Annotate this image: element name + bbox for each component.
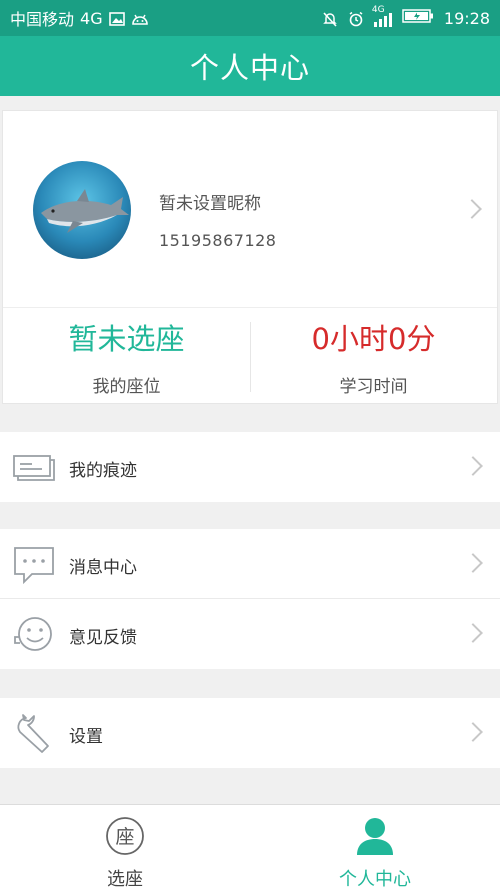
- battery-icon: [402, 8, 434, 28]
- phone-number: 15195867128: [159, 231, 277, 250]
- seat-status: 暂未选座: [68, 322, 185, 356]
- avatar[interactable]: [33, 161, 131, 259]
- study-time-stat[interactable]: 0小时0分 学习时间: [250, 308, 497, 406]
- menu-label-feedback: 意见反馈: [69, 628, 137, 648]
- alarm-icon: [348, 11, 364, 27]
- menu-item-traces[interactable]: 我的痕迹: [0, 432, 500, 502]
- seat-label: 我的座位: [92, 377, 161, 397]
- image-icon: [108, 11, 125, 26]
- android-icon: [131, 11, 148, 25]
- menu-label-messages: 消息中心: [69, 558, 137, 578]
- app-header: 个人中心: [0, 36, 500, 96]
- study-time-value: 0小时0分: [311, 322, 436, 356]
- network-label: 4G: [80, 8, 103, 28]
- carrier-label: 中国移动: [10, 10, 75, 29]
- page-title: 个人中心: [189, 51, 310, 85]
- menu-label-settings: 设置: [69, 727, 103, 747]
- menu-group-messages: 消息中心 意见反馈: [0, 529, 500, 669]
- my-seat-stat[interactable]: 暂未选座 我的座位: [3, 308, 250, 406]
- tab-label-seat: 选座: [107, 869, 143, 889]
- tab-label-profile: 个人中心: [339, 869, 411, 889]
- traces-icon: [12, 446, 56, 488]
- mute-icon: [322, 11, 338, 27]
- clock-time: 19:28: [443, 8, 490, 28]
- profile-card: 暂未设置昵称 15195867128 暂未选座 我的座位 0小时0分 学习时间: [2, 110, 498, 404]
- menu-item-settings[interactable]: 设置: [0, 698, 500, 768]
- chevron-right-icon: [463, 722, 483, 742]
- nickname: 暂未设置昵称: [159, 194, 261, 214]
- stats-row: 暂未选座 我的座位 0小时0分 学习时间: [3, 307, 497, 405]
- menu-item-feedback[interactable]: 意见反馈: [0, 599, 500, 669]
- tab-profile[interactable]: 个人中心: [250, 805, 500, 889]
- bottom-tab-bar: 座 选座 个人中心: [0, 804, 500, 889]
- tab-seat-selection[interactable]: 座 选座: [0, 805, 250, 889]
- menu-group-settings: 设置: [0, 698, 500, 768]
- wrench-icon: [12, 712, 56, 754]
- chevron-right-icon: [463, 456, 483, 476]
- user-icon: [354, 815, 396, 857]
- seat-icon-glyph: 座: [115, 826, 134, 848]
- feedback-icon: [12, 613, 56, 655]
- signal-icon: 4G: [372, 5, 392, 27]
- seat-icon: 座: [104, 815, 146, 857]
- chevron-right-icon[interactable]: [462, 199, 482, 219]
- status-bar: 中国移动 4G 4G 19:28: [0, 0, 500, 36]
- signal-network-label: 4G: [371, 5, 385, 15]
- menu-item-messages[interactable]: 消息中心: [0, 529, 500, 599]
- message-icon: [12, 543, 56, 585]
- menu-group-traces: 我的痕迹: [0, 432, 500, 502]
- chevron-right-icon: [463, 553, 483, 573]
- menu-label-traces: 我的痕迹: [69, 461, 137, 481]
- chevron-right-icon: [463, 623, 483, 643]
- study-time-label: 学习时间: [339, 377, 408, 397]
